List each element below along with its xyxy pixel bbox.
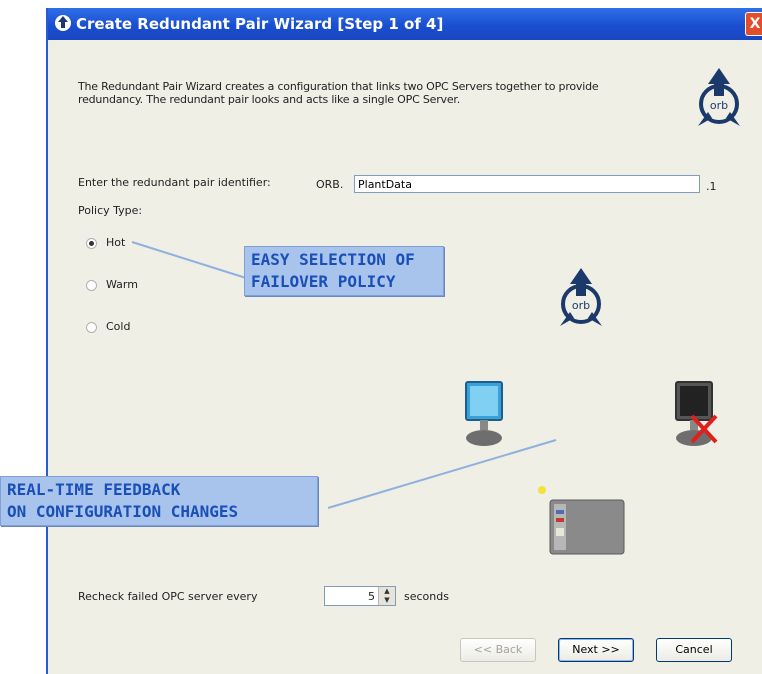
- back-button[interactable]: << Back: [460, 638, 536, 662]
- callout-lines: [131, 241, 557, 509]
- cancel-button[interactable]: Cancel: [656, 638, 732, 662]
- failover-callout-line1: EASY SELECTION OF: [251, 250, 415, 269]
- wizard-window: Create Redundant Pair Wizard [Step 1 of …: [46, 8, 762, 674]
- stepper-arrows-icon[interactable]: ▲ ▼: [378, 587, 395, 605]
- feedback-callout: REAL-TIME FEEDBACK ON CONFIGURATION CHAN…: [0, 476, 318, 526]
- recheck-unit: seconds: [404, 590, 449, 603]
- feedback-callout-line2: ON CONFIGURATION CHANGES: [7, 502, 239, 521]
- recheck-value: 5: [368, 590, 375, 603]
- recheck-label: Recheck failed OPC server every: [78, 590, 258, 603]
- next-button[interactable]: Next >>: [558, 638, 634, 662]
- failover-callout: EASY SELECTION OF FAILOVER POLICY: [244, 246, 444, 296]
- failover-callout-line2: FAILOVER POLICY: [251, 272, 396, 291]
- feedback-callout-line1: REAL-TIME FEEDBACK: [7, 480, 181, 499]
- recheck-interval-stepper[interactable]: 5 ▲ ▼: [324, 586, 396, 606]
